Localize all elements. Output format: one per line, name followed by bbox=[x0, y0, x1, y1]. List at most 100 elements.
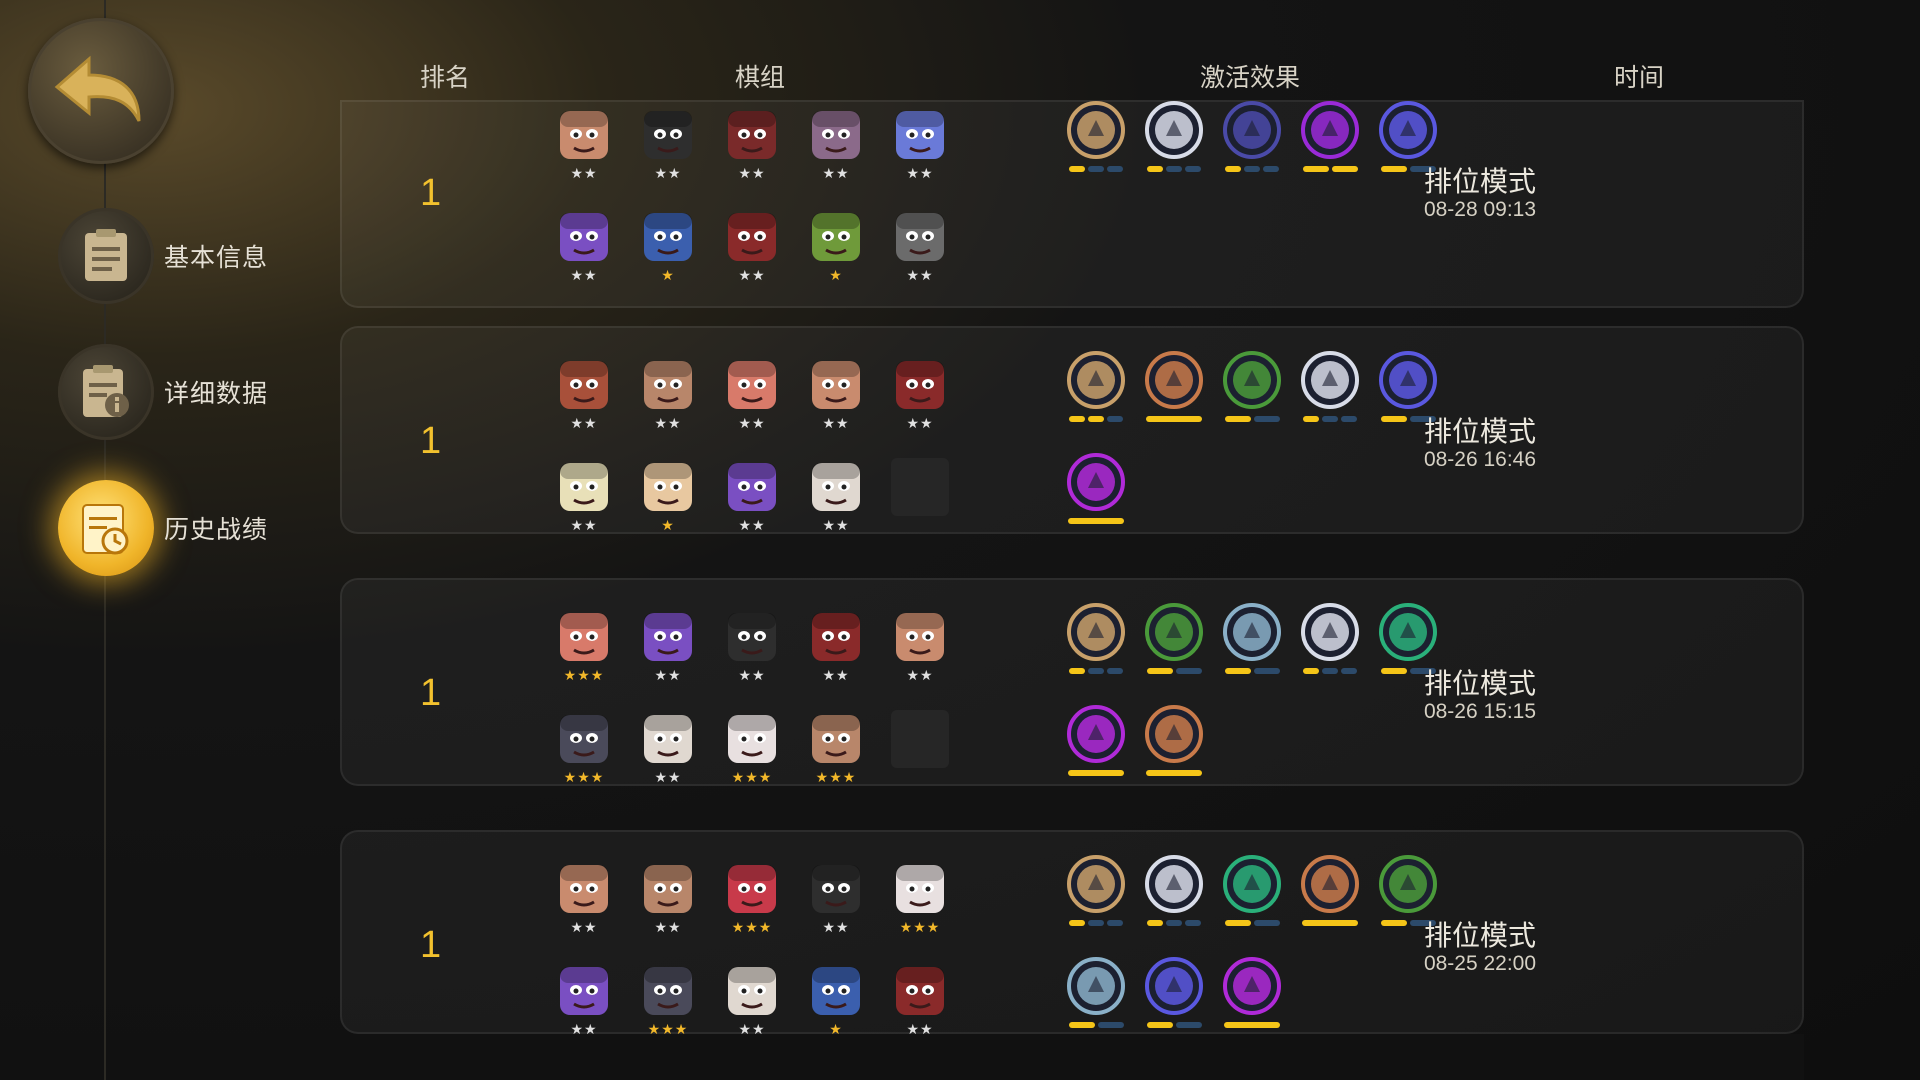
hero-portrait bbox=[555, 208, 613, 266]
knight-trait-icon[interactable] bbox=[1142, 100, 1206, 172]
hero-portrait bbox=[807, 962, 865, 1020]
trait-emblem bbox=[1144, 956, 1204, 1016]
document-icon bbox=[58, 208, 154, 304]
purple-hair-hero[interactable]: ★★ bbox=[554, 962, 614, 1038]
paw-trait-icon[interactable] bbox=[1220, 854, 1284, 926]
trait-emblem bbox=[1378, 350, 1438, 410]
column-header-lineup: 棋组 bbox=[735, 63, 786, 92]
hero-star-rating: ★★ bbox=[570, 268, 598, 284]
blue-hair-hero[interactable]: ★ bbox=[638, 208, 698, 284]
hero-portrait bbox=[891, 356, 949, 414]
hero-portrait bbox=[555, 356, 613, 414]
hooded-ninja-hero[interactable]: ★★ bbox=[638, 106, 698, 182]
white-bird-hero[interactable]: ★★★ bbox=[890, 860, 950, 936]
match-card[interactable]: 1 ★★ ★★ ★★ ★★ ★★ bbox=[340, 326, 1804, 534]
hero-star-rating: ★★★ bbox=[563, 770, 605, 786]
knight-trait-icon[interactable] bbox=[1298, 350, 1362, 422]
hero-star-rating: ★ bbox=[661, 518, 675, 534]
hero-portrait bbox=[639, 356, 697, 414]
hooded-ninja-hero[interactable]: ★★ bbox=[722, 608, 782, 684]
match-card[interactable]: 1 ★★ ★★ ★★★ ★★ ★★★ ★★ ★★★ ★★ ★ ★★ 排位模式 0… bbox=[340, 830, 1804, 1038]
trait-level-bar bbox=[1064, 1022, 1128, 1028]
demon-mage-trait-icon[interactable] bbox=[1298, 100, 1362, 172]
goblin-hero[interactable]: ★ bbox=[806, 208, 866, 284]
nav-item-basic-info[interactable]: 基本信息 bbox=[58, 208, 268, 304]
match-card[interactable]: 1 ★★★ ★★ ★★ ★★ ★★ ★★★ ★★ ★★★ ★★★ 排位模式 08… bbox=[340, 578, 1804, 786]
sunglasses-hero[interactable]: ★★ bbox=[638, 356, 698, 432]
hero-star-rating: ★★ bbox=[654, 416, 682, 432]
hero-star-rating: ★★★ bbox=[731, 920, 773, 936]
purple-hair-hero[interactable]: ★★ bbox=[554, 208, 614, 284]
nav-item-detailed-data[interactable]: 详细数据 bbox=[58, 344, 268, 440]
fox-mask-hero[interactable]: ★★ bbox=[722, 106, 782, 182]
fishbone-trait-icon[interactable] bbox=[1142, 956, 1206, 1028]
empty-hero-slot bbox=[891, 710, 949, 768]
bulldog-hero[interactable]: ★★ bbox=[890, 608, 950, 684]
red-hat-bandit-hero[interactable]: ★★ bbox=[890, 356, 950, 432]
purple-demon-trait-icon[interactable] bbox=[1064, 452, 1128, 524]
trait-emblem bbox=[1144, 704, 1204, 764]
skull-face-hero[interactable]: ★★ bbox=[722, 962, 782, 1038]
sunglasses-hero[interactable]: ★★★ bbox=[806, 710, 866, 786]
fist-trait-icon[interactable] bbox=[1220, 602, 1284, 674]
white-bird-hero[interactable]: ★★★ bbox=[722, 710, 782, 786]
axe-trait-icon[interactable] bbox=[1064, 350, 1128, 422]
red-hat-bandit-hero[interactable]: ★★ bbox=[806, 608, 866, 684]
silver-hair-hero[interactable]: ★★ bbox=[806, 106, 866, 182]
trait-level-bar bbox=[1142, 416, 1206, 422]
purple-demon-trait-icon[interactable] bbox=[1064, 704, 1128, 776]
red-hat-bandit-hero[interactable]: ★★ bbox=[890, 962, 950, 1038]
trait-level-bar bbox=[1220, 668, 1284, 674]
skull-face-hero[interactable]: ★★ bbox=[806, 458, 866, 534]
axe-trait-icon[interactable] bbox=[1064, 100, 1128, 172]
hero-portrait bbox=[639, 962, 697, 1020]
bow-trait-icon[interactable] bbox=[1142, 602, 1206, 674]
nav-item-match-history[interactable]: 历史战绩 bbox=[58, 480, 268, 576]
red-demon-hero[interactable]: ★★★ bbox=[722, 860, 782, 936]
white-hair-hero[interactable]: ★★ bbox=[722, 356, 782, 432]
axe-trait-icon[interactable] bbox=[1064, 602, 1128, 674]
bulldog-hero[interactable]: ★★ bbox=[554, 106, 614, 182]
cat-hero[interactable]: ★ bbox=[638, 458, 698, 534]
hero-portrait bbox=[555, 962, 613, 1020]
hooded-ninja-hero[interactable]: ★★ bbox=[806, 860, 866, 936]
skull-face-hero[interactable]: ★★ bbox=[638, 710, 698, 786]
trait-emblem bbox=[1378, 854, 1438, 914]
blue-robot-hero[interactable]: ★★ bbox=[890, 106, 950, 182]
bulldog-hero[interactable]: ★★ bbox=[554, 860, 614, 936]
white-hair-hero[interactable]: ★★★ bbox=[554, 608, 614, 684]
purple-hair-hero[interactable]: ★★ bbox=[638, 608, 698, 684]
sunglasses-hero[interactable]: ★★ bbox=[638, 860, 698, 936]
dark-hood-hero[interactable]: ★★★ bbox=[638, 962, 698, 1038]
horned-helmet-trait-icon[interactable] bbox=[1142, 704, 1206, 776]
horned-helmet-trait-icon[interactable] bbox=[1298, 854, 1362, 926]
dark-hood-hero[interactable]: ★★★ bbox=[554, 710, 614, 786]
trait-emblem bbox=[1300, 100, 1360, 160]
trait-emblem bbox=[1222, 602, 1282, 662]
hero-portrait bbox=[807, 356, 865, 414]
hero-star-rating: ★★ bbox=[570, 518, 598, 534]
blue-cap-hero[interactable]: ★★ bbox=[554, 458, 614, 534]
rank-value: 1 bbox=[420, 172, 442, 214]
match-card[interactable]: 1 ★★ ★★ ★★ ★★ ★★ bbox=[340, 100, 1804, 308]
knight-trait-icon[interactable] bbox=[1298, 602, 1362, 674]
gray-skull-hero[interactable]: ★★ bbox=[890, 208, 950, 284]
fist-trait-icon[interactable] bbox=[1064, 956, 1128, 1028]
empty-hero-slot bbox=[891, 458, 949, 516]
trait-level-bar bbox=[1298, 668, 1362, 674]
knight-trait-icon[interactable] bbox=[1142, 854, 1206, 926]
bulldog-hero[interactable]: ★★ bbox=[806, 356, 866, 432]
axe-trait-icon[interactable] bbox=[1064, 854, 1128, 926]
purple-hair-hero[interactable]: ★★ bbox=[722, 458, 782, 534]
back-button[interactable] bbox=[28, 18, 174, 164]
laptop-trait-icon[interactable] bbox=[1220, 100, 1284, 172]
blue-hair-hero[interactable]: ★ bbox=[806, 962, 866, 1038]
purple-demon-trait-icon[interactable] bbox=[1220, 956, 1284, 1028]
masked-warrior-hero[interactable]: ★★ bbox=[554, 356, 614, 432]
trait-emblem bbox=[1300, 854, 1360, 914]
match-mode: 排位模式 bbox=[1423, 415, 1536, 448]
horned-helmet-trait-icon[interactable] bbox=[1142, 350, 1206, 422]
hero-star-rating: ★★★ bbox=[815, 770, 857, 786]
red-hat-bandit-hero[interactable]: ★★ bbox=[722, 208, 782, 284]
bow-trait-icon[interactable] bbox=[1220, 350, 1284, 422]
